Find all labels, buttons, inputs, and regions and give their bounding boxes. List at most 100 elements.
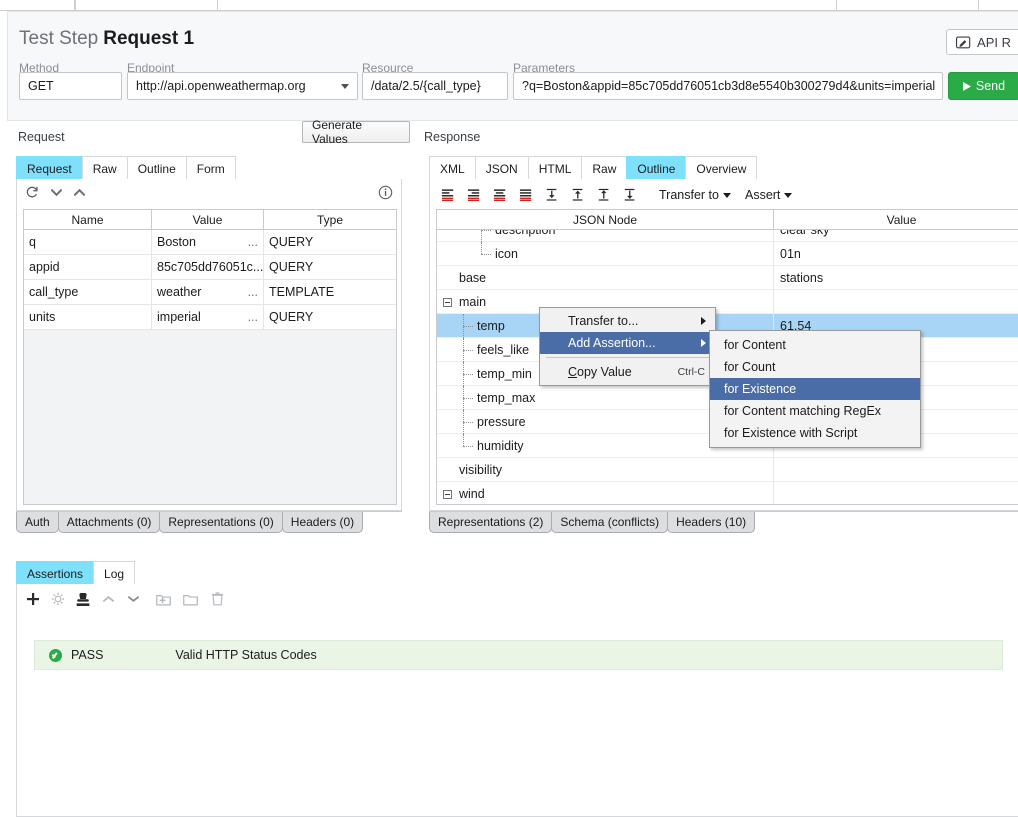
btab-representations-2[interactable]: Representations (2) xyxy=(429,511,552,533)
tab-json[interactable]: JSON xyxy=(475,156,529,180)
submenu-item-for-existence-with-script[interactable]: for Existence with Script xyxy=(710,422,920,444)
tab-form[interactable]: Form xyxy=(186,156,236,180)
tree-row[interactable]: visibility xyxy=(437,458,1018,482)
collapse-toggle-icon[interactable] xyxy=(443,490,452,499)
align-justify-icon[interactable] xyxy=(513,185,539,205)
page-title-name: Request 1 xyxy=(103,28,194,49)
move-up-icon[interactable] xyxy=(100,591,116,607)
submenu-item-for-content[interactable]: for Content xyxy=(710,334,920,356)
tab-label: HTML xyxy=(539,162,572,176)
cell-value: 85c705dd76051c...... xyxy=(152,255,264,279)
tab-label: Headers (0) xyxy=(291,515,354,529)
move-up-icon[interactable] xyxy=(74,188,85,197)
tree-line xyxy=(481,230,491,231)
insert-above-icon[interactable] xyxy=(565,185,591,205)
menu-item-add-assertion[interactable]: Add Assertion... xyxy=(540,332,715,354)
btab-schema-conflicts[interactable]: Schema (conflicts) xyxy=(551,511,668,533)
btab-representations-0[interactable]: Representations (0) xyxy=(159,511,282,533)
tree-line xyxy=(463,446,473,447)
tab-outline[interactable]: Outline xyxy=(626,156,686,180)
api-reference-button[interactable]: API R xyxy=(946,29,1018,55)
page-title-prefix: Test Step xyxy=(19,28,98,49)
submenu-item-for-existence[interactable]: for Existence xyxy=(710,378,920,400)
tab-html[interactable]: HTML xyxy=(528,156,583,180)
table-row[interactable]: call_typeweather...TEMPLATE xyxy=(24,280,396,305)
request-parameters-table[interactable]: NameValueTypeqBoston...QUERYappid85c705d… xyxy=(23,209,397,505)
table-row[interactable]: appid85c705dd76051c......QUERY xyxy=(24,255,396,280)
method-field[interactable]: GET xyxy=(19,72,122,100)
submenu-item-label: for Content matching RegEx xyxy=(724,404,881,418)
btab-headers-10[interactable]: Headers (10) xyxy=(667,511,755,533)
tree-row[interactable]: descriptionclear sky xyxy=(437,230,1018,242)
resource-field[interactable]: /data/2.5/{call_type} xyxy=(362,72,508,100)
tab-raw[interactable]: Raw xyxy=(82,156,128,180)
cell-ellipsis[interactable]: ... xyxy=(248,310,258,324)
submenu-item-label: for Existence xyxy=(724,382,796,396)
tab-outline[interactable]: Outline xyxy=(127,156,187,180)
tree-node-cell: wind xyxy=(437,482,774,505)
move-down-icon[interactable] xyxy=(51,188,62,197)
cell-value-text: 85c705dd76051c... xyxy=(157,260,263,274)
tree-node-label: visibility xyxy=(459,463,502,477)
tab-xml[interactable]: XML xyxy=(429,156,476,180)
tree-line xyxy=(481,254,491,255)
menu-item-accelerator: C xyxy=(568,365,577,379)
add-assertion-submenu[interactable]: for Contentfor Count for Existence for Con… xyxy=(709,330,921,448)
transfer-to-dropdown[interactable]: Transfer to xyxy=(659,188,731,202)
endpoint-field[interactable]: http://api.openweathermap.org xyxy=(127,72,358,100)
move-to-bottom-icon[interactable] xyxy=(617,185,643,205)
info-icon[interactable] xyxy=(378,185,393,200)
collapse-toggle-icon[interactable] xyxy=(443,298,452,307)
move-down-icon[interactable] xyxy=(125,591,141,607)
open-folder-icon[interactable] xyxy=(181,591,199,607)
generate-values-button[interactable]: Generate Values xyxy=(302,121,410,143)
tab-label: Representations (2) xyxy=(438,515,543,529)
cell-ellipsis[interactable]: ... xyxy=(248,235,258,249)
assertion-status-label: PASS xyxy=(71,648,103,662)
btab-auth[interactable]: Auth xyxy=(16,511,59,533)
delete-icon[interactable] xyxy=(208,591,226,607)
cell-name: appid xyxy=(24,255,152,279)
menu-item-transfer-to[interactable]: Transfer to... xyxy=(540,310,715,332)
tab-label: Form xyxy=(197,162,225,176)
tree-row[interactable]: main xyxy=(437,290,1018,314)
insert-below-icon[interactable] xyxy=(539,185,565,205)
btab-headers-0[interactable]: Headers (0) xyxy=(282,511,363,533)
btab-attachments-0[interactable]: Attachments (0) xyxy=(58,511,161,533)
configure-assertion-icon[interactable] xyxy=(50,591,66,607)
submenu-item-for-count[interactable]: for Count xyxy=(710,356,920,378)
tree-row[interactable]: icon01n xyxy=(437,242,1018,266)
cell-value: weather... xyxy=(152,280,264,304)
menu-item-copy-value[interactable]: Copy ValueCtrl-C xyxy=(540,361,715,383)
add-folder-icon[interactable] xyxy=(154,591,172,607)
tab-log[interactable]: Log xyxy=(93,561,135,585)
align-right-icon[interactable] xyxy=(461,185,487,205)
align-center-icon[interactable] xyxy=(487,185,513,205)
table-row[interactable]: qBoston...QUERY xyxy=(24,230,396,255)
cell-type: QUERY xyxy=(264,255,396,279)
align-left-icon[interactable] xyxy=(435,185,461,205)
assert-dropdown[interactable]: Assert xyxy=(745,188,792,202)
tree-row[interactable]: wind xyxy=(437,482,1018,505)
stamp-icon[interactable] xyxy=(75,591,91,607)
send-label: Send xyxy=(976,79,1005,93)
send-button[interactable]: Send xyxy=(948,72,1018,100)
context-menu[interactable]: Transfer to... Add Assertion... Copy Value… xyxy=(539,307,716,386)
add-assertion-icon[interactable] xyxy=(25,591,41,607)
tab-overview[interactable]: Overview xyxy=(685,156,757,180)
tab-assertions[interactable]: Assertions xyxy=(16,561,94,585)
tab-label: Overview xyxy=(696,162,746,176)
cell-ellipsis[interactable]: ... xyxy=(248,285,258,299)
submenu-item-for-content-matching-regex[interactable]: for Content matching RegEx xyxy=(710,400,920,422)
tab-request[interactable]: Request xyxy=(16,156,83,180)
assertion-row[interactable]: PASSValid HTTP Status Codes xyxy=(34,640,1003,670)
tab-raw[interactable]: Raw xyxy=(581,156,627,180)
refresh-icon[interactable] xyxy=(25,185,39,199)
table-row[interactable]: unitsimperial...QUERY xyxy=(24,305,396,330)
tree-row[interactable]: basestations xyxy=(437,266,1018,290)
chevron-down-icon[interactable] xyxy=(341,84,349,89)
menu-item-label: Add Assertion... xyxy=(568,336,656,350)
move-to-top-icon[interactable] xyxy=(591,185,617,205)
parameters-field[interactable]: ?q=Boston&appid=85c705dd76051cb3d8e5540b… xyxy=(513,72,943,100)
edit-pencil-icon xyxy=(956,35,971,50)
